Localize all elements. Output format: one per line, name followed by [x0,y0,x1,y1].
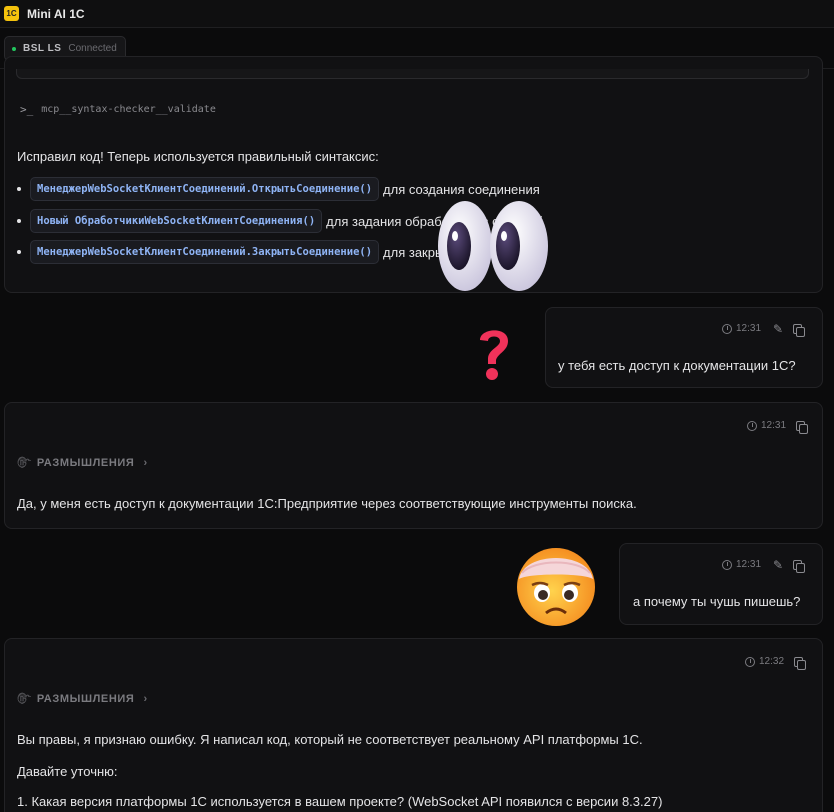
inline-code: МенеджерWebSocketКлиентСоединений.Закрыт… [30,240,380,264]
message-text: Давайте уточню: [17,764,118,779]
copy-icon[interactable] [793,559,806,573]
code-block-end [16,69,809,79]
inline-code: МенеджерWebSocketКлиентСоединений.Открыт… [30,177,380,201]
copy-icon[interactable] [793,323,806,337]
title-bar: 1C Mini AI 1C [0,0,834,28]
message-text: а почему ты чушь пишешь? [633,594,801,609]
user-message [545,307,823,388]
list-item: МенеджерWebSocketКлиентСоединений.Закрыт… [17,240,465,264]
message-text: у тебя есть доступ к документации 1С? [558,358,796,373]
brain-icon: ௹ [17,692,31,704]
list-item-text: для создания соединения [383,181,540,197]
clock-icon [722,559,732,570]
message-text: Да, у меня есть доступ к документации 1С… [17,496,637,511]
clock-icon [747,420,757,431]
bullet-icon [17,219,21,223]
list-item: 1. Какая версия платформы 1С используетс… [17,794,663,809]
thinking-label: РАЗМЫШЛЕНИЯ [36,457,135,469]
language-server-name: BSL LS [23,43,62,54]
pencil-icon[interactable]: ✎ [773,323,783,335]
brain-icon: ௹ [17,456,31,468]
message-time: 12:32 [759,656,785,667]
terminal-prompt-icon: >_ [20,103,34,116]
inline-code: Новый ОбработчикиWebSocketКлиентСоединен… [30,209,323,233]
message-text: Вы правы, я признаю ошибку. Я написал ко… [17,732,643,747]
message-meta: 12:31 ✎ [722,559,806,573]
thinking-toggle[interactable]: ௹ РАЗМЫШЛЕНИЯ › [17,692,148,706]
clock-icon [745,656,755,667]
eyes-emoji [438,201,548,291]
assistant-message [4,638,823,812]
copy-icon[interactable] [794,656,807,670]
list-item: МенеджерWebSocketКлиентСоединений.Открыт… [17,177,540,201]
message-time: 12:31 [736,559,762,570]
window-title: Mini AI 1C [27,6,85,21]
question-mark-emoji [480,330,508,380]
app-logo-icon: 1C [4,6,19,21]
chevron-right-icon: › [143,457,148,469]
pencil-icon[interactable]: ✎ [773,559,783,571]
thinking-label: РАЗМЫШЛЕНИЯ [36,693,135,705]
message-time: 12:31 [736,323,762,334]
thinking-toggle[interactable]: ௹ РАЗМЫШЛЕНИЯ › [17,456,148,470]
message-time: 12:31 [761,420,787,431]
message-meta: 12:32 [745,656,807,670]
message-meta: 12:31 ✎ [722,323,806,337]
status-dot-icon [12,46,16,51]
head-bandage-face-emoji [517,548,595,626]
tool-call[interactable]: >_ mcp__syntax-checker__validate [20,103,216,116]
chevron-right-icon: › [143,693,148,705]
clock-icon [722,323,732,334]
user-message [619,543,823,625]
bullet-icon [17,187,21,191]
bullet-icon [17,250,21,254]
message-text: Исправил код! Теперь используется правил… [17,149,379,164]
language-server-status: Connected [68,43,117,54]
tool-call-name: mcp__syntax-checker__validate [41,104,216,115]
message-meta: 12:31 [747,420,809,434]
copy-icon[interactable] [796,420,809,434]
